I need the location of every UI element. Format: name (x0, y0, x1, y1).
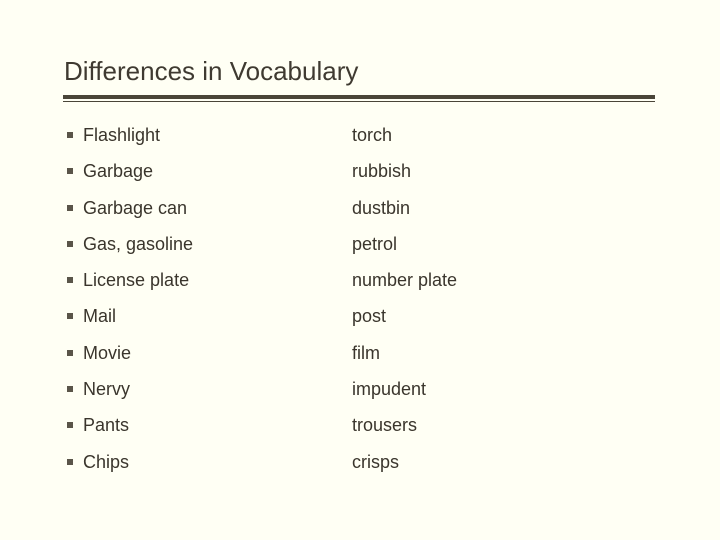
title-divider-thin (63, 101, 655, 102)
square-bullet-icon (67, 240, 73, 247)
british-term: rubbish (352, 161, 412, 182)
british-term: petrol (352, 233, 398, 254)
list-item: Pants trousers (64, 415, 664, 451)
list-item: Nervy impudent (64, 379, 664, 415)
american-term: Flashlight (83, 125, 161, 145)
british-term: dustbin (352, 197, 411, 218)
list-item: Flashlight torch (64, 125, 664, 161)
american-term: Garbage can (83, 197, 188, 218)
american-term: Movie (83, 342, 132, 363)
square-bullet-icon (67, 313, 73, 320)
british-term: torch (352, 125, 393, 145)
square-bullet-icon (67, 458, 73, 465)
list-item: Mail post (64, 306, 664, 342)
list-item: Gas, gasoline petrol (64, 234, 664, 270)
list-item: Garbage can dustbin (64, 198, 664, 234)
american-term: Mail (83, 306, 117, 327)
american-term: License plate (83, 270, 190, 291)
british-term: crisps (352, 451, 400, 472)
british-term: trousers (352, 415, 418, 436)
square-bullet-icon (67, 132, 73, 138)
square-bullet-icon (67, 204, 73, 211)
square-bullet-icon (67, 168, 73, 175)
square-bullet-icon (67, 277, 73, 284)
list-item: Movie film (64, 343, 664, 379)
square-bullet-icon (67, 422, 73, 429)
british-term: post (352, 306, 387, 327)
american-term: Pants (83, 415, 130, 436)
slide-title: Differences in Vocabulary (64, 56, 359, 86)
list-item: Chips crisps (64, 452, 664, 488)
list-item: Garbage rubbish (64, 161, 664, 197)
british-term: impudent (352, 379, 427, 400)
square-bullet-icon (67, 386, 73, 393)
american-term: Gas, gasoline (83, 233, 194, 254)
british-term: number plate (352, 270, 458, 291)
square-bullet-icon (67, 349, 73, 356)
title-divider-thick (63, 95, 655, 99)
british-term: film (352, 342, 380, 363)
american-term: Garbage (83, 161, 154, 182)
vocabulary-list: Flashlight torch Garbage rubbish Garbage c… (64, 125, 664, 488)
american-term: Nervy (83, 379, 131, 400)
list-item: License plate number plate (64, 270, 664, 306)
american-term: Chips (83, 451, 130, 472)
